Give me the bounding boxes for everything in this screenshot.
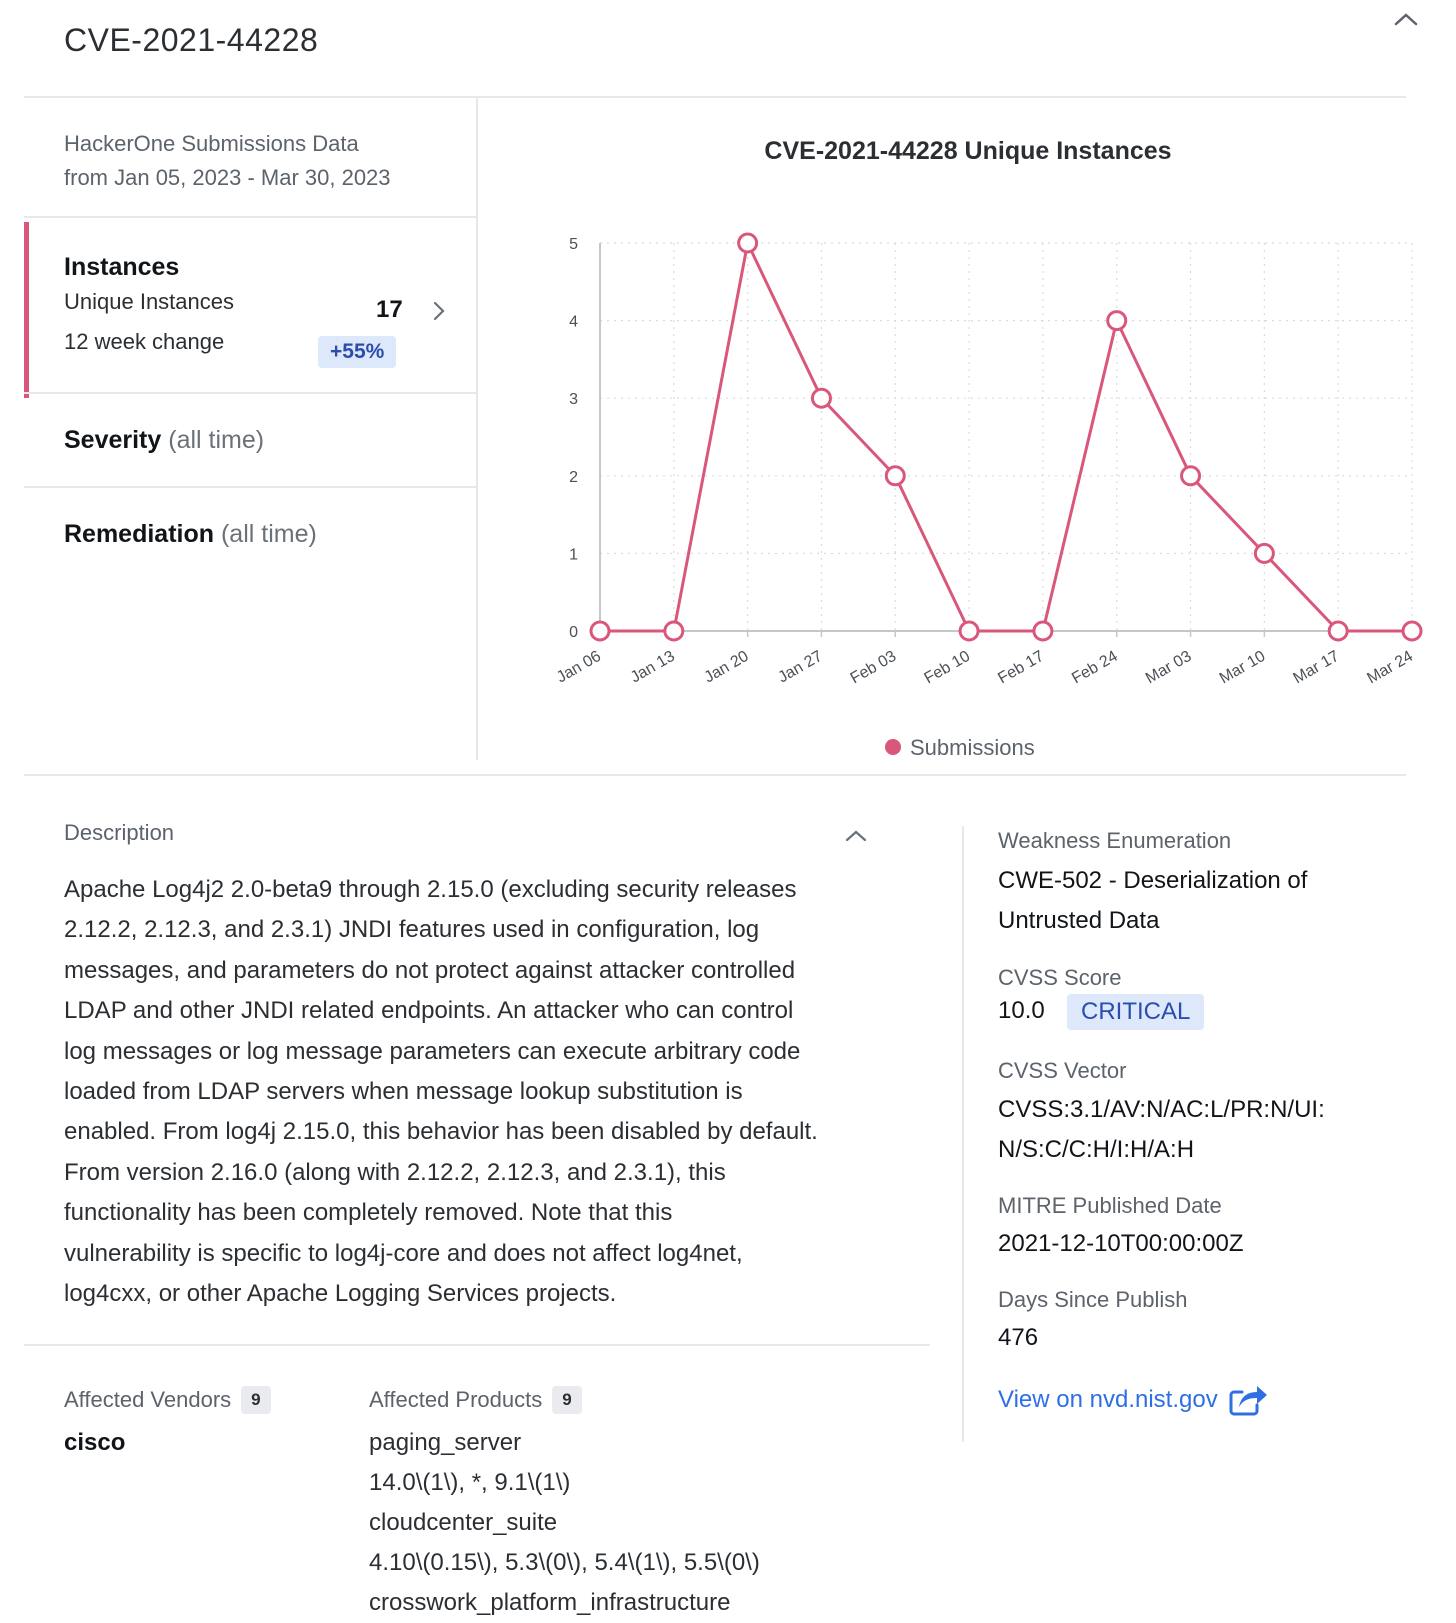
description-line: Apache Log4j2 2.0-beta9 through 2.15.0 (… xyxy=(64,876,797,903)
description-line: log messages or log message parameters c… xyxy=(64,1037,801,1065)
weakness-value: CWE-502 - Deserialization of Untrusted D… xyxy=(998,867,1308,934)
y-tick-label: 1 xyxy=(569,546,578,563)
x-tick-label: Feb 24 xyxy=(1069,648,1121,688)
nvd-link-label: View on nvd.nist.gov xyxy=(998,1386,1218,1413)
data-point xyxy=(1253,542,1275,564)
days-value: 476 xyxy=(998,1324,1039,1351)
data-point xyxy=(1401,620,1423,642)
x-tick-label: Jan 06 xyxy=(554,648,604,687)
description-line: enabled. From log4j 2.15.0, this behavio… xyxy=(64,1118,818,1146)
cvss-vector-value: CVSS:3.1/AV:N/AC:L/PR:N/UI: N/S:C/C:H/I:… xyxy=(998,1096,1325,1163)
description-line: log4cxx, or other Apache Logging Service… xyxy=(64,1280,617,1308)
severity-badge: CRITICAL xyxy=(1067,994,1205,1030)
published-label: MITRE Published Date xyxy=(998,1193,1222,1218)
x-tick-label: Mar 17 xyxy=(1291,648,1343,688)
legend-label: Submissions xyxy=(910,735,1035,760)
product-name: cloudcenter_suite xyxy=(369,1509,558,1536)
x-tick-label: Mar 10 xyxy=(1217,648,1269,688)
data-point xyxy=(1032,620,1054,642)
y-tick-label: 2 xyxy=(569,469,578,486)
products-count-badge: 9 xyxy=(552,1386,582,1414)
y-tick-label: 0 xyxy=(569,624,578,641)
data-point xyxy=(663,620,685,642)
data-point xyxy=(810,387,832,409)
x-tick-label: Feb 17 xyxy=(995,648,1047,688)
published-value: 2021-12-10T00:00:00Z xyxy=(998,1230,1244,1257)
x-tick-label: Mar 24 xyxy=(1364,648,1416,688)
vendor-list: cisco xyxy=(64,1423,125,1463)
product-name: paging_server xyxy=(369,1429,522,1456)
product-versions: 4.10\(0.15\), 5.3\(0\), 5.4\(1\), 5.5\(0… xyxy=(369,1549,760,1576)
data-point xyxy=(884,465,906,487)
description-label: Description xyxy=(64,820,175,845)
x-tick-label: Feb 03 xyxy=(848,648,900,688)
description-line: From version 2.16.0 (along with 2.12.2, … xyxy=(64,1158,726,1186)
data-point xyxy=(1327,620,1349,642)
product-name: crosswork_platform_infrastructure xyxy=(369,1589,731,1616)
data-point xyxy=(958,620,980,642)
description-line: LDAP and other JNDI related endpoints. A… xyxy=(64,997,794,1025)
description-line: messages, and parameters do not protect … xyxy=(64,956,796,984)
cvss-score-label: CVSS Score xyxy=(998,965,1122,990)
y-tick-label: 3 xyxy=(569,391,578,408)
cvss-vector-label: CVSS Vector xyxy=(998,1058,1127,1083)
data-point xyxy=(1106,310,1128,332)
product-list: paging_server 14.0\(1\), *, 9.1\(1\) cloud… xyxy=(369,1423,760,1623)
vendors-count-badge: 9 xyxy=(241,1386,271,1414)
x-tick-label: Mar 03 xyxy=(1143,648,1195,688)
data-point xyxy=(589,620,611,642)
description-line: functionality has been completely remove… xyxy=(64,1199,673,1227)
affected-vendors-label: Affected Vendors 9 xyxy=(64,1386,271,1414)
data-point xyxy=(1180,465,1202,487)
weakness-label: Weakness Enumeration xyxy=(998,828,1232,853)
legend-marker xyxy=(885,739,901,755)
product-versions: 14.0\(1\), *, 9.1\(1\) xyxy=(369,1469,571,1496)
details-divider xyxy=(962,826,964,1442)
section-divider xyxy=(24,774,1406,776)
divider xyxy=(24,1344,930,1346)
x-tick-label: Jan 20 xyxy=(702,648,752,687)
x-tick-label: Jan 13 xyxy=(628,648,678,687)
description-line: vulnerability is specific to log4j-core … xyxy=(64,1239,743,1267)
cvss-score-value: 10.0 xyxy=(998,997,1045,1024)
nvd-link[interactable]: View on nvd.nist.gov xyxy=(998,1383,1268,1417)
days-label: Days Since Publish xyxy=(998,1287,1188,1312)
description-text: Apache Log4j2 2.0-beta9 through 2.15.0 (… xyxy=(64,870,884,1314)
line-chart: 0 1 2 3 4 5 Jan 06 Jan 13 Jan 20 Jan 27 Feb 03 Feb … xyxy=(554,232,1423,760)
affected-products-label: Affected Products 9 xyxy=(369,1386,582,1414)
description-line: loaded from LDAP servers when message lo… xyxy=(64,1078,743,1106)
x-tick-label: Jan 27 xyxy=(775,648,825,687)
vendor-item[interactable]: cisco xyxy=(64,1423,125,1463)
series-line xyxy=(600,241,1412,633)
y-tick-label: 4 xyxy=(569,314,578,331)
data-point xyxy=(737,232,759,254)
external-share-icon xyxy=(1229,1386,1267,1416)
description-line: 2.12.2, 2.12.3, and 2.3.1) JNDI features… xyxy=(64,916,760,944)
chevron-up-icon[interactable] xyxy=(842,824,870,848)
y-tick-label: 5 xyxy=(569,236,578,253)
x-tick-label: Feb 10 xyxy=(921,648,973,688)
